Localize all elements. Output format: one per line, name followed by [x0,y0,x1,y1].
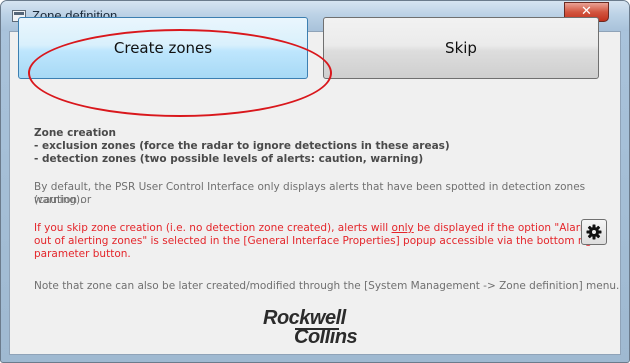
exclusion-zones-text: - exclusion zones (force the radar to ig… [34,140,450,152]
detection-zones-text: - detection zones (two possible levels o… [34,153,424,165]
rockwell-logo-line2: Collins [294,326,358,348]
parameter-button[interactable] [581,219,607,245]
zone-creation-heading: Zone creation [34,127,116,139]
skip-warning-only: only [391,222,414,234]
skip-warning-line2: out of alerting zones" is selected in th… [34,235,603,247]
skip-warning-line3: parameter button. [34,248,131,260]
zone-note-text: Note that zone can also be later created… [34,280,620,292]
skip-warning-text-a: If you skip zone creation (i.e. no detec… [34,222,392,234]
zone-definition-window: Zone definition ✕ Create zones Skip Zone… [0,0,630,363]
skip-warning-line1: If you skip zone creation (i.e. no detec… [34,222,596,235]
skip-warning-text-b: be displayed if the option "Alarms [413,222,596,234]
gear-icon [586,224,602,240]
default-info-line1: By default, the PSR User Control Interfa… [34,181,586,206]
skip-button[interactable]: Skip [323,17,599,79]
default-info-line2: warning). [34,194,84,206]
create-zones-button[interactable]: Create zones [18,17,308,79]
